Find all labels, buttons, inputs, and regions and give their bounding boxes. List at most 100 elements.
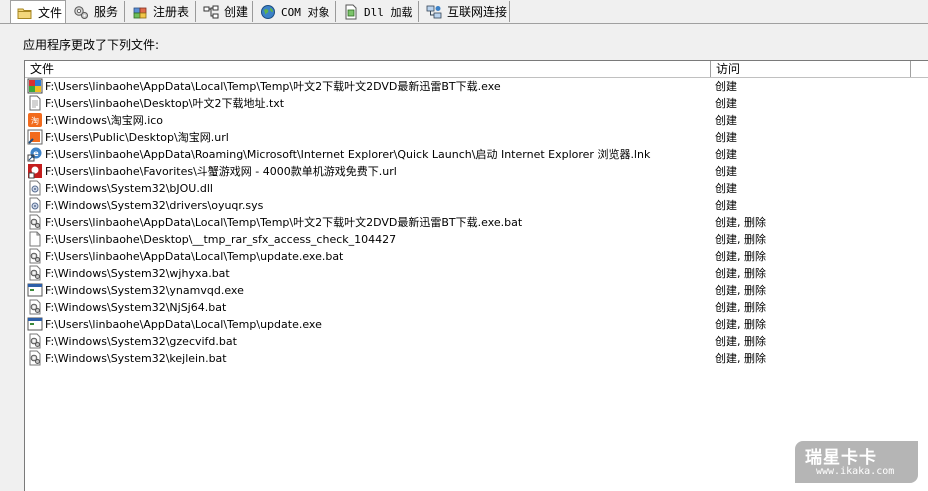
exe-window-icon <box>27 317 43 331</box>
tab-internet-connections[interactable]: 互联网连接 <box>420 1 510 22</box>
folder-icon <box>17 8 32 19</box>
tab-strip: 文件 服务 注册表 创建 COM 对象 Dll 加载 互联网连接 <box>0 0 928 24</box>
exe-app-icon <box>27 78 43 94</box>
file-row[interactable]: F:\Windows\System32\ynamvqd.exe 创建, 删除 <box>25 282 928 299</box>
file-access: 创建 <box>715 114 737 127</box>
file-path: F:\Users\linbaohe\AppData\Local\Temp\Tem… <box>45 216 523 229</box>
file-path: F:\Users\linbaohe\AppData\Local\Temp\upd… <box>45 250 344 263</box>
file-access: 创建, 删除 <box>715 250 766 263</box>
file-row[interactable]: F:\Users\linbaohe\Desktop\叶文2下载地址.txt 创建 <box>25 95 928 112</box>
file-access: 创建, 删除 <box>715 335 766 348</box>
bat-file-icon <box>29 299 41 315</box>
file-row[interactable]: e F:\Users\linbaohe\AppData\Roaming\Micro… <box>25 146 928 163</box>
file-access: 创建, 删除 <box>715 352 766 365</box>
column-header-access[interactable]: 访问 <box>711 61 911 77</box>
file-row[interactable]: F:\Users\linbaohe\Favorites\斗蟹游戏网 - 4000… <box>25 163 928 180</box>
bat-file-icon <box>29 333 41 349</box>
file-row[interactable]: F:\Windows\System32\kejlein.bat 创建, 删除 <box>25 350 928 367</box>
com-globe-icon <box>261 4 275 19</box>
services-gear-icon <box>74 5 88 19</box>
list-header: 文件 访问 <box>25 61 928 78</box>
file-access: 创建, 删除 <box>715 233 766 246</box>
file-row[interactable]: F:\Users\linbaohe\AppData\Local\Temp\upd… <box>25 316 928 333</box>
file-path: F:\Windows\System32\drivers\oyuqr.sys <box>45 199 264 212</box>
tab-label: 创建 <box>224 5 249 19</box>
bat-file-icon <box>29 214 41 230</box>
tab-label: COM 对象 <box>281 5 330 19</box>
ie-link-icon: e <box>27 147 42 162</box>
file-row[interactable]: F:\Windows\System32\gzecvifd.bat 创建, 删除 <box>25 333 928 350</box>
create-nodes-icon <box>203 5 219 18</box>
file-access: 创建, 删除 <box>715 284 766 297</box>
file-path: F:\Windows\System32\wjhyxa.bat <box>45 267 230 280</box>
file-access: 创建 <box>715 182 737 195</box>
file-list-view[interactable]: 文件 访问 F:\Users\linbaohe\AppData\Local\Te… <box>24 60 928 491</box>
url-shortcut-icon <box>27 129 43 145</box>
file-row[interactable]: F:\Users\linbaohe\AppData\Local\Temp\upd… <box>25 248 928 265</box>
system-file-icon <box>29 197 41 213</box>
file-access: 创建, 删除 <box>715 301 766 314</box>
file-path: F:\Windows\System32\kejlein.bat <box>45 352 227 365</box>
file-row[interactable]: F:\Users\linbaohe\Desktop\__tmp_rar_sfx_… <box>25 231 928 248</box>
tab-create[interactable]: 创建 <box>197 1 253 22</box>
dll-icon <box>345 4 357 19</box>
column-header-filler <box>911 61 928 77</box>
file-path: F:\Windows\System32\bJOU.dll <box>45 182 213 195</box>
file-path: F:\Users\linbaohe\Favorites\斗蟹游戏网 - 4000… <box>45 165 397 178</box>
tab-com-objects[interactable]: COM 对象 <box>254 1 336 22</box>
file-path: F:\Users\linbaohe\Desktop\叶文2下载地址.txt <box>45 97 285 110</box>
column-header-file[interactable]: 文件 <box>25 61 711 77</box>
file-rows: F:\Users\linbaohe\AppData\Local\Temp\Tem… <box>25 78 928 367</box>
file-path: F:\Users\linbaohe\Desktop\__tmp_rar_sfx_… <box>45 233 397 246</box>
tab-files[interactable]: 文件 <box>10 0 66 24</box>
files-panel: 应用程序更改了下列文件: 文件 访问 F:\Users\linbaohe\App… <box>0 23 928 491</box>
file-row[interactable]: F:\Windows\System32\wjhyxa.bat 创建, 删除 <box>25 265 928 282</box>
file-path: F:\Windows\System32\gzecvifd.bat <box>45 335 237 348</box>
file-row[interactable]: F:\Users\linbaohe\AppData\Local\Temp\Tem… <box>25 214 928 231</box>
file-row[interactable]: F:\Users\linbaohe\AppData\Local\Temp\Tem… <box>25 78 928 95</box>
file-path: F:\Users\linbaohe\AppData\Local\Temp\Tem… <box>45 80 501 93</box>
file-access: 创建 <box>715 131 737 144</box>
watermark-title: 瑞星卡卡 <box>805 448 877 468</box>
tab-label: 互联网连接 <box>447 5 508 19</box>
tab-registry[interactable]: 注册表 <box>126 1 196 22</box>
file-path: F:\Windows\System32\ynamvqd.exe <box>45 284 244 297</box>
file-access: 创建, 删除 <box>715 267 766 280</box>
tab-services[interactable]: 服务 <box>67 1 125 22</box>
file-row[interactable]: F:\Windows\System32\drivers\oyuqr.sys 创建 <box>25 197 928 214</box>
file-row[interactable]: 淘 F:\Windows\淘宝网.ico 创建 <box>25 112 928 129</box>
system-file-icon <box>29 180 41 196</box>
watermark-logo: 瑞星卡卡 www.ikaka.com <box>795 441 918 483</box>
taobao-ico-icon: 淘 <box>28 113 42 127</box>
registry-icon <box>133 7 147 18</box>
tab-label: 注册表 <box>153 5 190 19</box>
file-row[interactable]: F:\Windows\System32\bJOU.dll 创建 <box>25 180 928 197</box>
bat-file-icon <box>29 248 41 264</box>
file-access: 创建 <box>715 148 737 161</box>
txt-file-icon <box>29 95 41 111</box>
tab-label: Dll 加载 <box>364 5 413 19</box>
favorites-url-icon <box>28 164 42 179</box>
file-path: F:\Windows\淘宝网.ico <box>45 114 164 127</box>
file-access: 创建 <box>715 97 737 110</box>
bat-file-icon <box>29 265 41 281</box>
file-access: 创建 <box>715 199 737 212</box>
tab-dll-load[interactable]: Dll 加载 <box>337 1 419 22</box>
watermark-url: www.ikaka.com <box>816 466 895 477</box>
bat-file-icon <box>29 350 41 366</box>
file-row[interactable]: F:\Users\Public\Desktop\淘宝网.url 创建 <box>25 129 928 146</box>
file-access: 创建 <box>715 80 737 93</box>
file-access: 创建, 删除 <box>715 216 766 229</box>
panel-caption: 应用程序更改了下列文件: <box>23 38 160 52</box>
file-path: F:\Windows\System32\NjSj64.bat <box>45 301 227 314</box>
exe-window-icon <box>27 283 43 297</box>
file-access: 创建 <box>715 165 737 178</box>
network-icon <box>426 5 442 18</box>
tab-label: 文件 <box>38 6 63 20</box>
svg-text:淘: 淘 <box>31 116 39 126</box>
file-access: 创建, 删除 <box>715 318 766 331</box>
blank-file-icon <box>29 231 41 247</box>
tab-label: 服务 <box>94 5 119 19</box>
file-path: F:\Users\linbaohe\AppData\Roaming\Micros… <box>45 148 651 161</box>
file-row[interactable]: F:\Windows\System32\NjSj64.bat 创建, 删除 <box>25 299 928 316</box>
